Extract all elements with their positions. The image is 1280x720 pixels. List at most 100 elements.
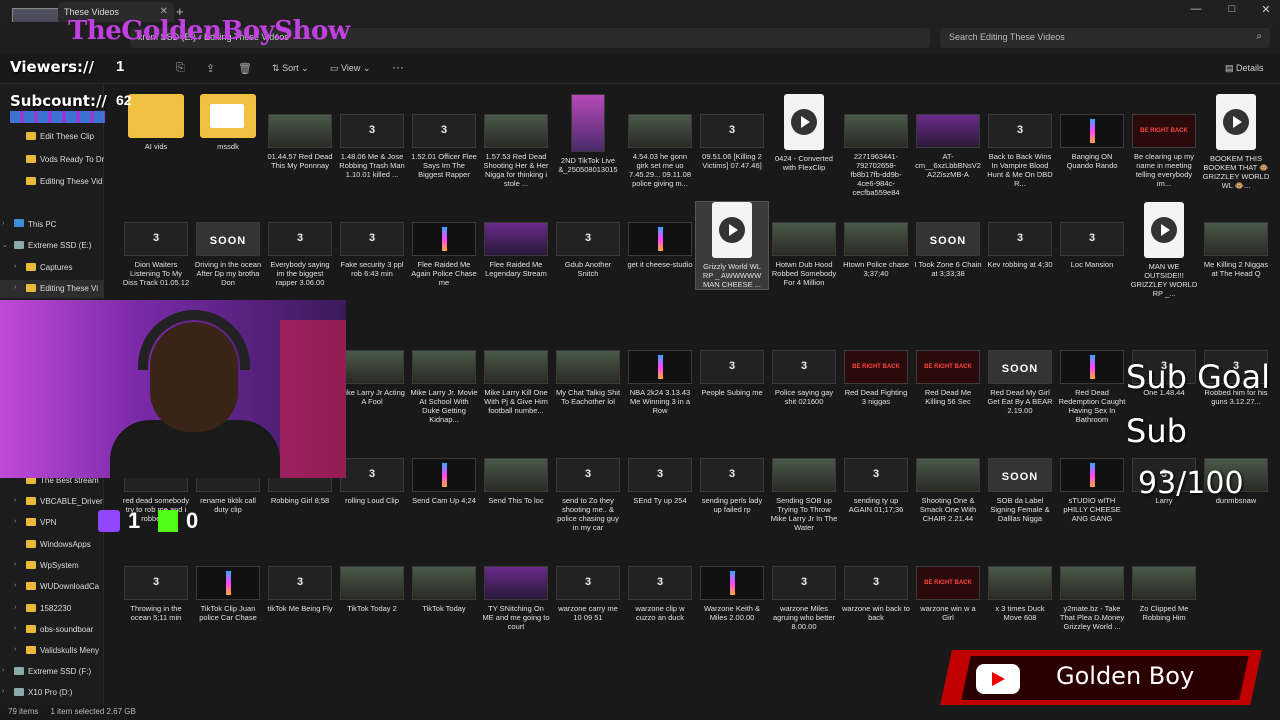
file-item[interactable]: 01.44.57 Red Dead This My Ponnnay: [264, 114, 336, 170]
file-item[interactable]: My Chat Talkig Shit To Eachother lol: [552, 350, 624, 406]
file-item[interactable]: 3 warzone win back to back: [840, 566, 912, 622]
search-input[interactable]: Search Editing These Videos ⌕: [940, 28, 1270, 48]
file-item[interactable]: TY SNitching On ME and me going to court: [480, 566, 552, 631]
file-item[interactable]: SOON Driving in the ocean After Dp my bro…: [192, 222, 264, 287]
details-button[interactable]: ▤ Details: [1225, 63, 1264, 74]
chevron-right-icon[interactable]: ›: [2, 220, 4, 227]
file-item[interactable]: Me Killing 2 Niggas at The Head Q: [1200, 222, 1272, 278]
file-item[interactable]: Warzone Keith & Miles 2.00.00: [696, 566, 768, 622]
chevron-right-icon[interactable]: ›: [14, 518, 16, 525]
maximize-button[interactable]: □: [1222, 3, 1242, 15]
file-item[interactable]: 3 warzone clip w cuzzo an duck: [624, 566, 696, 622]
file-item[interactable]: AT-cm__6xzLbbBNsV2A2ZiszMB-A: [912, 114, 984, 179]
file-item[interactable]: y2mate.bz - Take That Plea D.Money Grizz…: [1056, 566, 1128, 631]
sidebar-item[interactable]: Vods Ready To Dr: [0, 151, 104, 169]
sidebar-item[interactable]: ⌄ Extreme SSD (E:): [0, 237, 104, 255]
file-item[interactable]: 3 Dion Waiters Listening To My Diss Track…: [120, 222, 192, 287]
file-item[interactable]: TikTok Today: [408, 566, 480, 613]
file-item[interactable]: 3 People Subing me: [696, 350, 768, 397]
file-item[interactable]: Mike Larry Jr. Movie At School With Duke…: [408, 350, 480, 424]
file-item[interactable]: SOON Red Dead My Girl Get Eat By A BEAR 2…: [984, 350, 1056, 415]
sidebar-item[interactable]: › WUDownloadCa: [0, 578, 104, 596]
file-item[interactable]: BE RIGHT BACK Be clearing up my name in m…: [1128, 114, 1200, 188]
file-item[interactable]: 3 Everybody saying im the biggest rapper …: [264, 222, 336, 287]
file-item[interactable]: Hotwn Dub Hood Robbed Somebody For 4 Mil…: [768, 222, 840, 287]
file-item[interactable]: 3 tikTok Me Being Fly: [264, 566, 336, 613]
sidebar-item[interactable]: › Editing These Vi: [0, 280, 104, 298]
file-item[interactable]: NBA 2k24 3.13.43 Me Winning 3 in a Row: [624, 350, 696, 415]
file-item[interactable]: x 3 times Duck Move 608: [984, 566, 1056, 622]
file-item[interactable]: Send Cam Up 4;24: [408, 458, 480, 505]
more-options-button[interactable]: ···: [392, 60, 404, 74]
file-item[interactable]: sTUDIO wITH pHILLY CHEESE ANG GANG: [1056, 458, 1128, 523]
file-item[interactable]: 2ND TikTok Live &_250508013015: [552, 94, 624, 174]
file-item[interactable]: 3 sending ty up AGAIN 01;17;36: [840, 458, 912, 514]
file-item[interactable]: 3 SEnd Ty up 254: [624, 458, 696, 505]
file-item[interactable]: Htown Police chase 3;37;40: [840, 222, 912, 278]
file-item[interactable]: Red Dead Redemption Caught Having Sex In…: [1056, 350, 1128, 424]
sidebar-item[interactable]: › obs-soundboar: [0, 621, 104, 639]
chevron-right-icon[interactable]: ›: [14, 625, 16, 632]
close-window-button[interactable]: ✕: [1256, 3, 1276, 16]
file-item[interactable]: Grizzly World WL RP _ AWWWWW MAN CHEESE …: [695, 201, 769, 290]
sidebar-item[interactable]: › Validskulls Meny: [0, 642, 104, 660]
chevron-right-icon[interactable]: ›: [14, 284, 16, 291]
file-item[interactable]: Mike Larry Kill One With Pj & Give Him f…: [480, 350, 552, 415]
chevron-right-icon[interactable]: ›: [14, 497, 16, 504]
sidebar-item[interactable]: Edit These Clip: [0, 128, 104, 146]
minimize-button[interactable]: —: [1186, 3, 1206, 15]
file-item[interactable]: TikTok Today 2: [336, 566, 408, 613]
chevron-down-icon[interactable]: ⌄: [2, 241, 8, 249]
sidebar-item[interactable]: › X10 Pro (D:): [0, 684, 104, 702]
file-item[interactable]: 3 warzone carry me 10 09 51: [552, 566, 624, 622]
file-item[interactable]: 3 1.52.01 Officer Flee Says Im The Bigges…: [408, 114, 480, 179]
file-item[interactable]: 4.54.03 he gonn girk set me uo 7.45.29..…: [624, 114, 696, 188]
file-item[interactable]: Banging ON Quando Rando: [1056, 114, 1128, 170]
sidebar-item[interactable]: › VPN: [0, 514, 104, 532]
file-item[interactable]: 3 Gdub Another Snitch: [552, 222, 624, 278]
sidebar-item[interactable]: › WpSystem: [0, 557, 104, 575]
chevron-right-icon[interactable]: ›: [14, 646, 16, 653]
file-item[interactable]: 3 Throwing in the ocean 5;11 min: [120, 566, 192, 622]
file-item[interactable]: 3 Kev robbing at 4;30: [984, 222, 1056, 269]
file-item[interactable]: SOON I Took Zone 6 Chain at 3;33;38: [912, 222, 984, 278]
chevron-right-icon[interactable]: ›: [2, 688, 4, 695]
file-item[interactable]: 2271963441-792702658-fb8b17fb-dd9b-4ce6-…: [840, 114, 912, 197]
file-item[interactable]: 3 Back to Back Wins In Vampire Blood Hunt…: [984, 114, 1056, 188]
file-item[interactable]: BE RIGHT BACK Red Dead Me Killing 56 Sec: [912, 350, 984, 406]
file-item[interactable]: 3 send to Zo they shooting me.. & police …: [552, 458, 624, 532]
file-item[interactable]: Zo Clipped Me Robbing Him: [1128, 566, 1200, 622]
file-item[interactable]: Sending SOB up Trying To Throw Mike Larr…: [768, 458, 840, 532]
sort-button[interactable]: ⇅ Sort ⌄: [272, 63, 309, 74]
file-item[interactable]: 3 sending perls lady up failed rp: [696, 458, 768, 514]
file-item[interactable]: Flee Raided Me Legendary Stream: [480, 222, 552, 278]
sidebar-item[interactable]: Editing These Vid: [0, 173, 104, 191]
file-item[interactable]: Mike Larry Jr Acting A Fool: [336, 350, 408, 406]
file-item[interactable]: BOOKEM THIS BOOKEM THAT 🐵 GRIZZLEY WORLD…: [1200, 94, 1272, 190]
file-item[interactable]: TikTok Clip Juan police Car Chase: [192, 566, 264, 622]
sidebar-item[interactable]: › Extreme SSD (F:): [0, 663, 104, 681]
sidebar-item[interactable]: › Captures: [0, 259, 104, 277]
share-icon[interactable]: ⇪: [206, 62, 215, 75]
sidebar-item[interactable]: › 1582230: [0, 600, 104, 618]
file-item[interactable]: 3 rolling Loud Clip: [336, 458, 408, 505]
chevron-right-icon[interactable]: ›: [2, 667, 4, 674]
sidebar-item[interactable]: › VBCABLE_Driver: [0, 493, 104, 511]
chevron-right-icon[interactable]: ›: [14, 263, 16, 270]
file-item[interactable]: SOON SOB da Label Signing Female & Dallla…: [984, 458, 1056, 523]
file-item[interactable]: 3 Loc Mansion: [1056, 222, 1128, 269]
file-item[interactable]: BE RIGHT BACK warzone win w a Girl: [912, 566, 984, 622]
file-item[interactable]: 0424 - Converted with FlexClip: [768, 94, 840, 172]
file-item[interactable]: mssdk: [192, 94, 264, 151]
chevron-right-icon[interactable]: ›: [14, 604, 16, 611]
file-item[interactable]: Shooting One & Smack One With CHAIR 2.21…: [912, 458, 984, 523]
file-item[interactable]: 3 warzone Miles agruing who better 8.00.0…: [768, 566, 840, 631]
chevron-right-icon[interactable]: ›: [14, 582, 16, 589]
sidebar-item[interactable]: › This PC: [0, 216, 104, 234]
file-item[interactable]: 1.57.53 Red Dead Shooting Her & Her Nigg…: [480, 114, 552, 188]
rename-icon[interactable]: ⎘: [176, 62, 185, 75]
file-item[interactable]: get it cheese-studio: [624, 222, 696, 269]
file-item[interactable]: Send This To loc: [480, 458, 552, 505]
view-button[interactable]: ▭ View ⌄: [330, 63, 370, 74]
file-item[interactable]: BE RIGHT BACK Red Dead Fighting 3 niggas: [840, 350, 912, 406]
